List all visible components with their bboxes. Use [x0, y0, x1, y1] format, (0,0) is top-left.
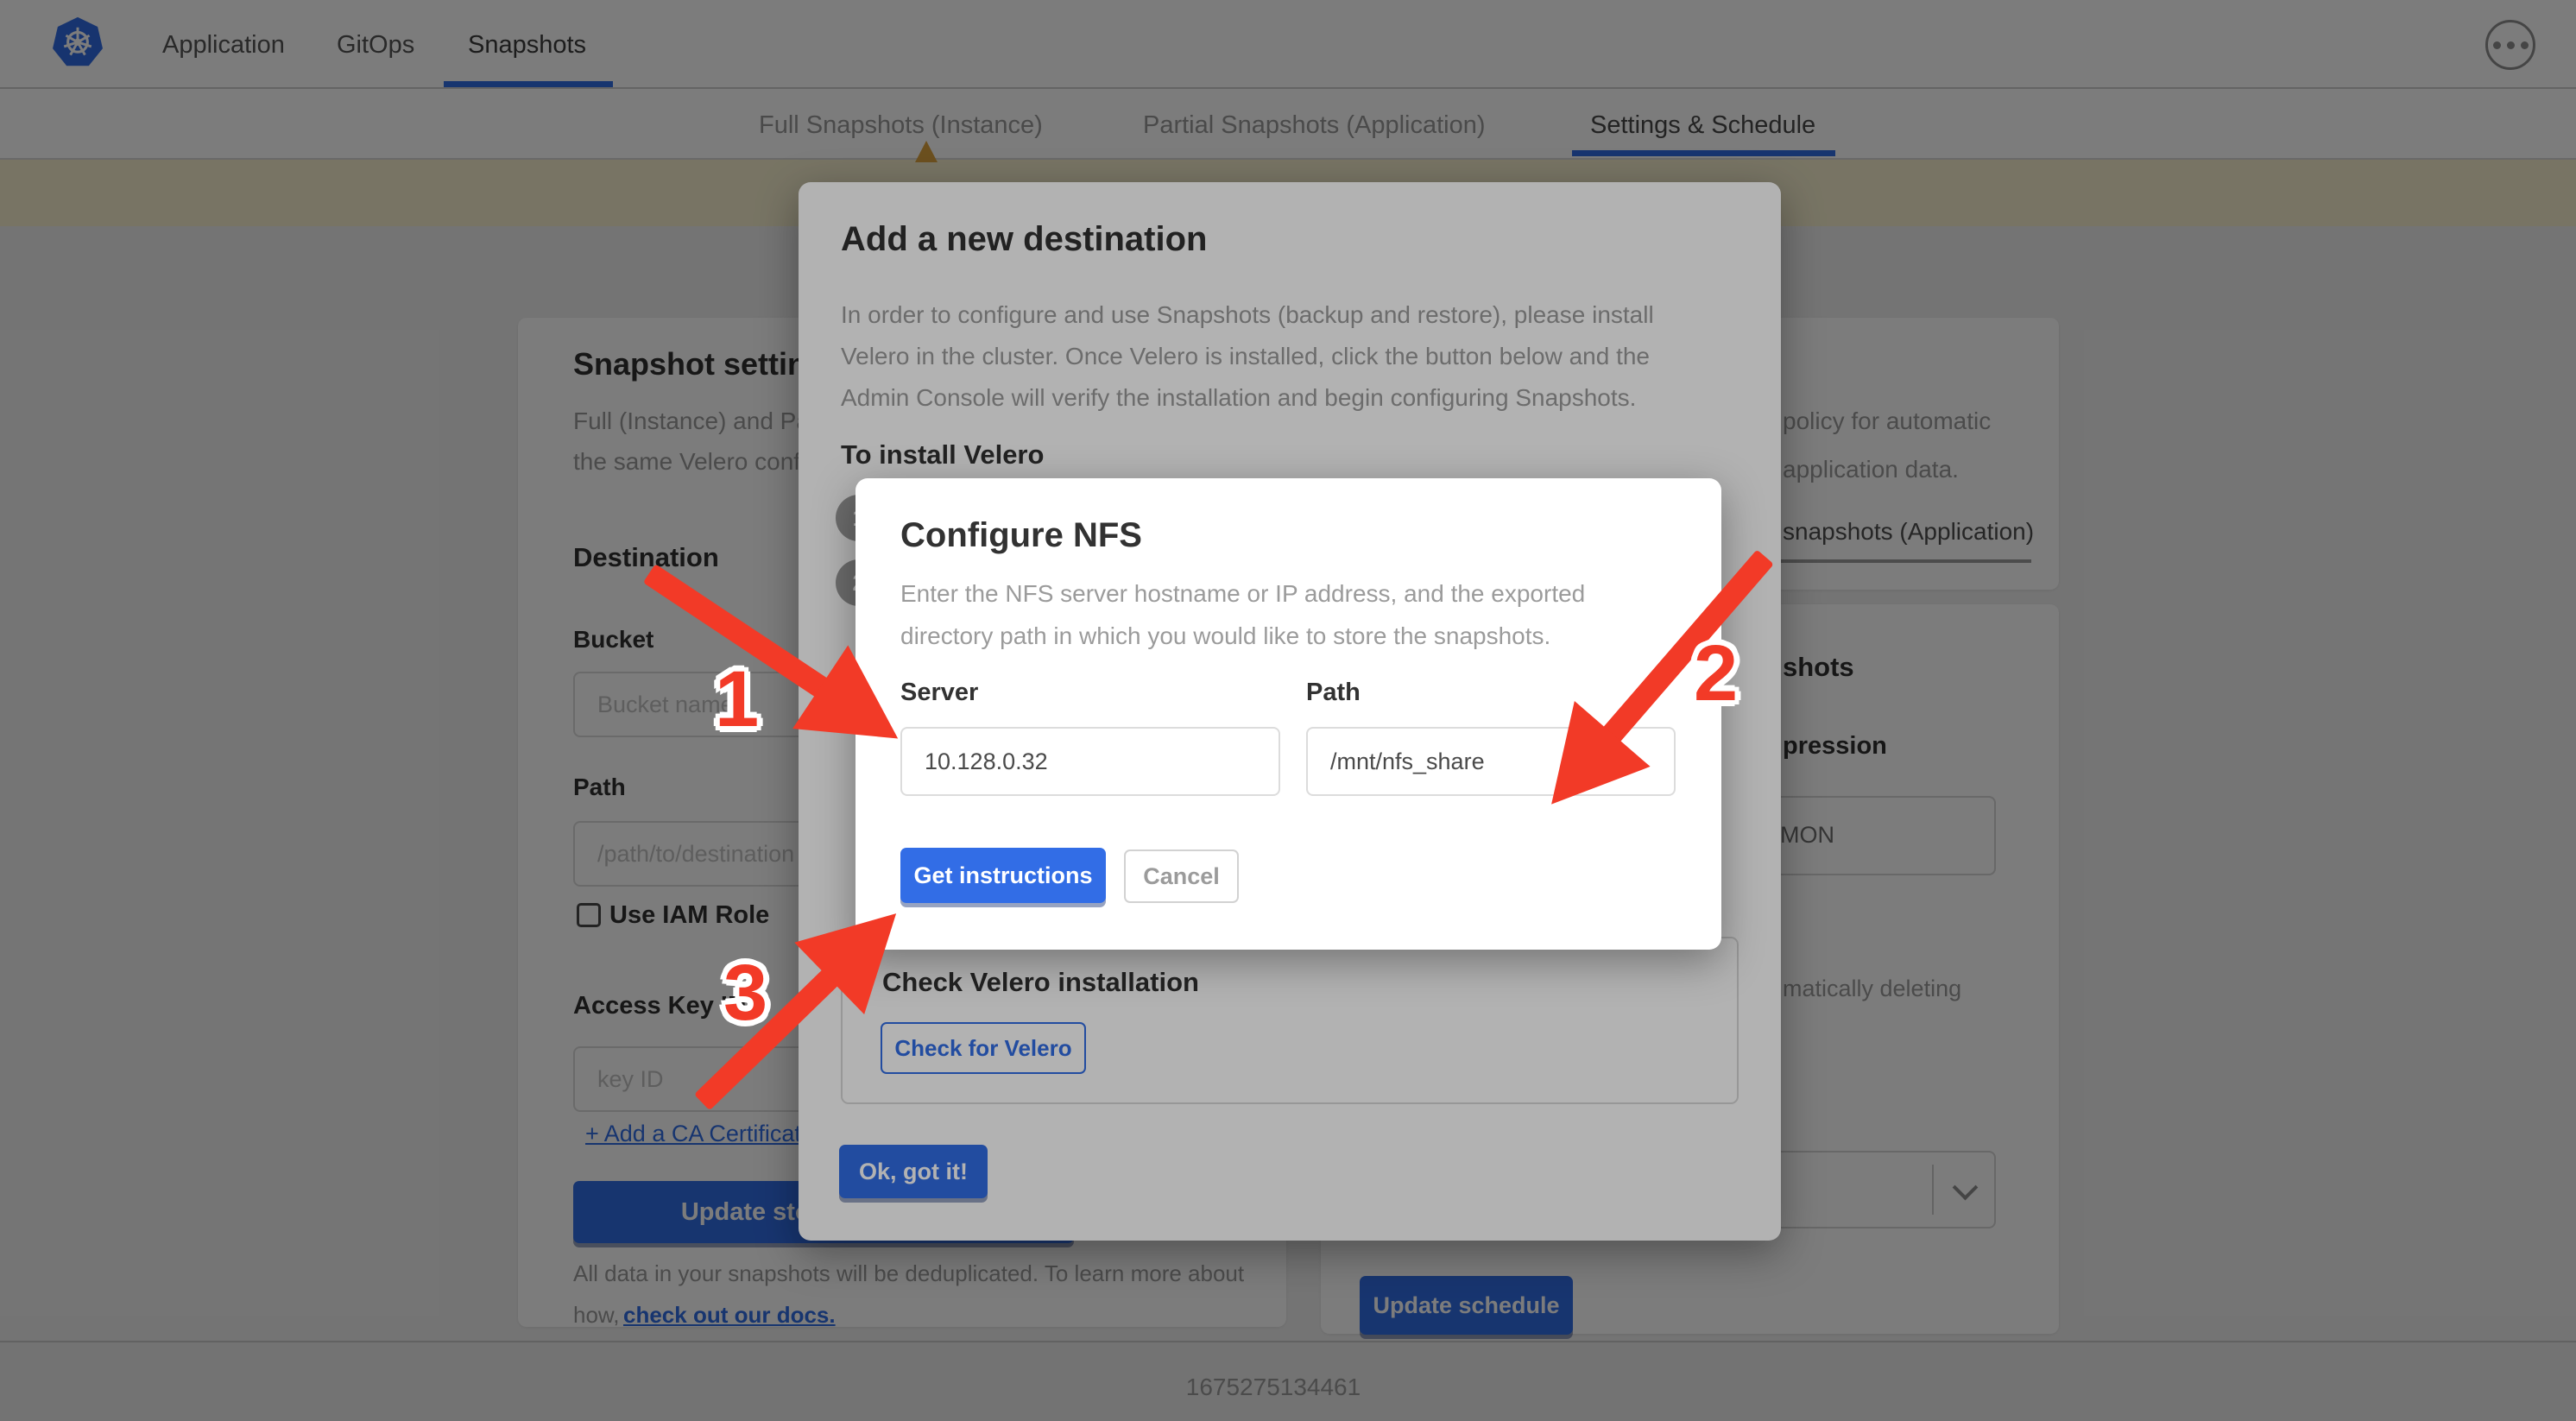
nfs-path-label: Path — [1306, 679, 1361, 707]
nfs-description-line1: Enter the NFS server hostname or IP addr… — [900, 580, 1585, 608]
nfs-description-line2: directory path in which you would like t… — [900, 622, 1550, 650]
annotation-step-2: 2 — [1694, 628, 1738, 719]
get-instructions-button[interactable]: Get instructions — [900, 848, 1106, 903]
server-input[interactable] — [900, 727, 1280, 796]
configure-nfs-modal: Configure NFS Enter the NFS server hostn… — [856, 478, 1721, 950]
configure-nfs-title: Configure NFS — [900, 516, 1142, 555]
annotation-step-1: 1 — [715, 654, 759, 745]
screen: Application GitOps Snapshots Full Snapsh… — [0, 0, 2576, 1421]
annotation-step-3: 3 — [723, 948, 767, 1039]
cancel-button[interactable]: Cancel — [1124, 849, 1239, 903]
